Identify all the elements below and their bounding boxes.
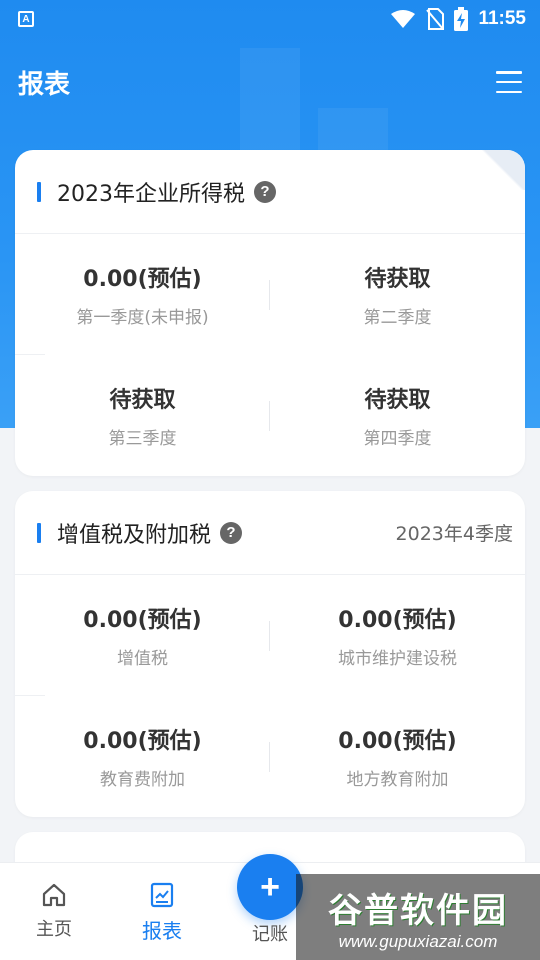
card-header: 增值税及附加税 ? 2023年4季度 [15,491,525,575]
page-title: 报表 [18,69,71,100]
nav-label: 报表 [142,919,182,943]
divider [269,621,270,651]
divider [269,742,270,772]
tax-cell-urban-construction[interactable]: 0.00(预估) 城市维护建设税 [270,575,525,695]
add-entry-label: 记账 [252,924,288,945]
status-time: 11:55 [478,8,526,29]
nav-label: 主页 [36,919,72,940]
tax-label: 教育费附加 [100,769,185,790]
tax-value: 待获取 [364,387,431,413]
help-icon[interactable]: ? [220,521,243,544]
app-notification-icon: A [18,11,34,27]
add-entry-button[interactable]: + [237,854,303,920]
tax-value: 0.00(预估) [338,607,457,633]
no-sim-icon [426,8,445,30]
tax-label: 第一季度(未申报) [76,307,209,328]
divider [15,354,45,355]
battery-charging-icon [454,7,469,31]
status-bar: A 11:55 [0,0,540,38]
period-label[interactable]: 2023年4季度 [396,519,513,546]
wifi-icon [391,10,416,28]
tax-cell-q3[interactable]: 待获取 第三季度 [15,355,270,475]
tax-label: 城市维护建设税 [338,648,457,669]
tax-cell-vat[interactable]: 0.00(预估) 增值税 [15,575,270,695]
tax-cell-q2[interactable]: 待获取 第二季度 [270,234,525,354]
tax-value: 0.00(预估) [83,728,202,754]
divider [15,695,45,696]
tax-label: 第二季度 [363,307,432,328]
help-icon[interactable]: ? [254,180,276,203]
report-icon [150,882,174,908]
tax-cell-q1[interactable]: 0.00(预估) 第一季度(未申报) [15,234,270,354]
tax-grid: 0.00(预估) 增值税 0.00(预估) 城市维护建设税 0.00(预估) 教… [15,575,525,816]
card-title: 增值税及附加税 [57,522,212,548]
divider [269,401,270,431]
card-header: 2023年企业所得税 ? [15,150,525,234]
tax-grid: 0.00(预估) 第一季度(未申报) 待获取 第二季度 待获取 第三季度 待获取… [15,234,525,475]
vat-surcharge-card: 增值税及附加税 ? 2023年4季度 0.00(预估) 增值税 0.00(预估)… [15,491,525,817]
divider [269,280,270,310]
tax-value: 0.00(预估) [83,266,202,292]
accent-bar [37,181,41,202]
tax-value: 待获取 [109,387,176,413]
tax-value: 0.00(预估) [338,728,457,754]
tax-value: 0.00(预估) [83,607,202,633]
corporate-income-tax-card: 2023年企业所得税 ? 0.00(预估) 第一季度(未申报) 待获取 第二季度… [15,150,525,476]
tax-value: 待获取 [364,266,431,292]
nav-home[interactable]: 主页 [0,881,108,941]
menu-icon[interactable] [496,71,522,93]
tax-label: 增值税 [117,648,168,669]
tax-label: 地方教育附加 [346,769,449,790]
tax-label: 第四季度 [363,428,432,449]
tax-label: 第三季度 [108,428,177,449]
tax-cell-education-surcharge[interactable]: 0.00(预估) 教育费附加 [15,696,270,816]
card-title: 2023年企业所得税 [57,181,245,207]
tax-cell-local-education[interactable]: 0.00(预估) 地方教育附加 [270,696,525,816]
plus-icon: + [260,868,280,906]
tax-cell-q4[interactable]: 待获取 第四季度 [270,355,525,475]
accent-bar [37,522,41,543]
app-bar: 报表 [0,50,540,114]
home-icon [42,883,66,907]
nav-report[interactable]: 报表 [108,881,216,944]
